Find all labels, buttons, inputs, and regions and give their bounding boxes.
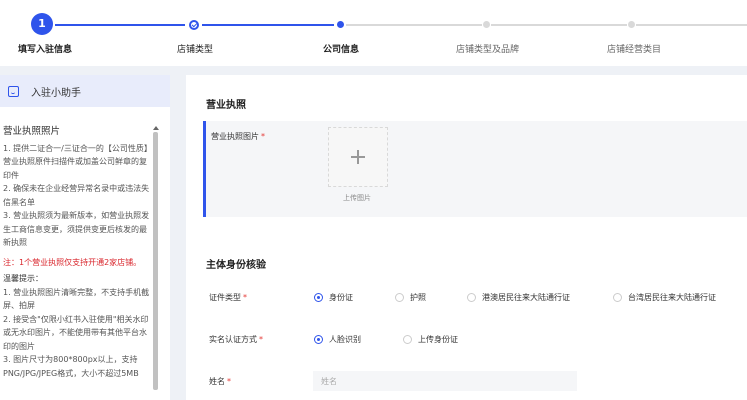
radio-icon[interactable] xyxy=(395,293,404,302)
scroll-thumb[interactable] xyxy=(153,132,158,390)
step-5-dot xyxy=(628,21,635,28)
step-2-check-icon xyxy=(189,20,199,30)
id-type-option-idcard[interactable]: 身份证 xyxy=(314,292,395,303)
step-2-label: 店铺类型 xyxy=(177,45,214,55)
id-type-label: 证件类型 * xyxy=(209,293,247,302)
step-connector xyxy=(55,24,185,26)
id-type-option-hk-macau[interactable]: 港澳居民往来大陆通行证 xyxy=(467,292,613,303)
step-connector xyxy=(202,24,334,26)
step-connector xyxy=(636,24,747,26)
radio-icon[interactable] xyxy=(467,293,476,302)
assistant-title: 入驻小助手 xyxy=(31,87,81,99)
verify-option-face[interactable]: 人脸识别 xyxy=(314,334,403,345)
step-4-label: 店铺类型及品牌 xyxy=(456,45,520,55)
upload-hint: 上传图片 xyxy=(343,194,371,202)
radio-checked-icon[interactable] xyxy=(314,335,323,344)
assistant-icon xyxy=(8,85,19,97)
plus-icon xyxy=(351,150,365,164)
radio-icon[interactable] xyxy=(403,335,412,344)
verify-method-label: 实名认证方式 * xyxy=(209,335,263,344)
assistant-header: 入驻小助手 xyxy=(0,75,170,107)
assistant-tip: 3. 图片尺寸为800*800px以上，支持PNG/JPG/JPEG格式，大小不… xyxy=(3,355,139,378)
name-label: 姓名 * xyxy=(209,377,231,386)
progress-stepper: 1 填写入驻信息 店铺类型 公司信息 店铺类型及品牌 店铺经营类目 xyxy=(0,0,747,66)
assistant-item: 3. 营业执照须为最新版本，如营业执照发生工商信息变更，须提供变更后核发的最新执… xyxy=(3,211,150,247)
radio-icon[interactable] xyxy=(613,293,622,302)
id-type-radio-group: 身份证 护照 港澳居民往来大陆通行证 台湾居民往来大陆通行证 xyxy=(314,292,716,303)
license-upload-button[interactable] xyxy=(328,127,388,187)
assistant-scrollbar[interactable] xyxy=(152,125,159,400)
assistant-tips-title: 温馨提示： xyxy=(3,274,43,283)
scroll-up-arrow-icon[interactable] xyxy=(152,126,159,130)
verify-method-radio-group: 人脸识别 上传身份证 xyxy=(314,334,458,345)
step-connector xyxy=(346,24,482,26)
step-1-indicator: 1 xyxy=(31,13,53,35)
license-image-label: 营业执照图片 * xyxy=(211,132,265,141)
assistant-section-title: 营业执照照片 xyxy=(3,126,61,137)
assistant-note: 注：1个营业执照仅支持开通2家店铺。 xyxy=(3,257,142,267)
assistant-tip: 2. 接受含"仅限小红书入驻使用"相关水印或无水印图片，不能使用带有其他平台水印… xyxy=(3,314,149,351)
assistant-item: 1. 提供二证合一/三证合一的【公司性质】营业执照原件扫描件或加盖公司鲜章的复印… xyxy=(3,143,148,180)
step-4-dot xyxy=(483,21,490,28)
radio-checked-icon[interactable] xyxy=(314,293,323,302)
name-input[interactable] xyxy=(313,371,577,391)
step-3-dot xyxy=(337,21,344,28)
license-upload-block: 营业执照图片 * 上传图片 xyxy=(203,121,747,217)
step-connector xyxy=(491,24,627,26)
verify-option-upload-id[interactable]: 上传身份证 xyxy=(403,334,458,345)
step-5-label: 店铺经营类目 xyxy=(607,45,662,55)
assistant-content: 营业执照照片 1. 提供二证合一/三证合一的【公司性质】营业执照原件扫描件或加盖… xyxy=(3,125,151,380)
assistant-panel: 入驻小助手 营业执照照片 1. 提供二证合一/三证合一的【公司性质】营业执照原件… xyxy=(0,75,170,400)
step-3-label: 公司信息 xyxy=(323,45,360,55)
identity-section-title: 主体身份核验 xyxy=(206,260,266,271)
id-type-option-passport[interactable]: 护照 xyxy=(395,292,467,303)
company-info-form: 营业执照 营业执照图片 * 上传图片 主体身份核验 证件类型 * 身份证 护照 港澳… xyxy=(186,75,747,400)
assistant-item: 2. 确保未在企业经营异常名录中或违法失信黑名单 xyxy=(3,184,150,207)
license-section-title: 营业执照 xyxy=(206,100,246,111)
id-type-option-taiwan[interactable]: 台湾居民往来大陆通行证 xyxy=(613,292,716,303)
step-1-label: 填写入驻信息 xyxy=(18,45,73,55)
assistant-tip: 1. 营业执照图片清晰完整，不支持手机截屏、拍屏 xyxy=(3,287,150,311)
